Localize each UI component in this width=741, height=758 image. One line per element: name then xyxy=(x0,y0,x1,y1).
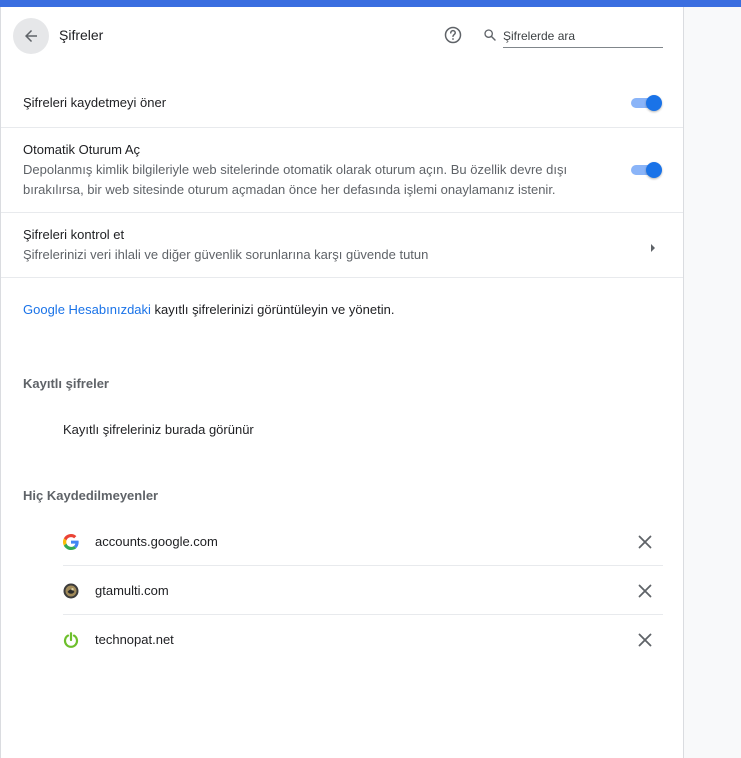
offer-save-passwords-label: Şifreleri kaydetmeyi öner xyxy=(23,95,167,110)
google-account-rest: kayıtlı şifrelerinizi görüntüleyin ve yö… xyxy=(150,302,395,317)
auto-sign-in-toggle[interactable] xyxy=(631,162,663,178)
remove-close-icon[interactable] xyxy=(636,631,654,649)
arrow-back-icon xyxy=(25,30,37,42)
search-input[interactable] xyxy=(503,25,663,48)
never-saved-item: technopat.net xyxy=(63,615,663,664)
toggle-knob xyxy=(646,95,662,111)
help-button[interactable] xyxy=(443,25,463,45)
google-g-icon xyxy=(63,534,79,550)
side-panel xyxy=(683,7,741,758)
passwords-page: Şifreler Şifreleri kaydetmeyi öner Otoma… xyxy=(0,7,683,758)
search-icon xyxy=(484,29,496,41)
browser-top-bar xyxy=(0,0,741,7)
check-passwords-label: Şifreleri kontrol et xyxy=(23,227,125,242)
site-name: gtamulti.com xyxy=(95,583,169,598)
saved-passwords-heading: Kayıtlı şifreler xyxy=(23,376,109,391)
never-saved-heading: Hiç Kaydedilmeyenler xyxy=(23,488,159,503)
remove-close-icon[interactable] xyxy=(636,533,654,551)
power-icon xyxy=(63,632,79,648)
remove-close-icon[interactable] xyxy=(636,582,654,600)
check-passwords-row[interactable]: Şifreleri kontrol et Şifrelerinizi veri … xyxy=(1,213,683,278)
page-title: Şifreler xyxy=(59,27,104,43)
gtamulti-favicon xyxy=(63,583,79,599)
search-box xyxy=(482,25,663,55)
never-saved-item: accounts.google.com xyxy=(63,517,663,566)
offer-save-passwords-row: Şifreleri kaydetmeyi öner xyxy=(1,63,683,128)
toggle-knob xyxy=(646,162,662,178)
site-name: accounts.google.com xyxy=(95,534,218,549)
chevron-right-icon xyxy=(651,244,655,252)
offer-save-passwords-toggle[interactable] xyxy=(631,95,663,111)
back-button[interactable] xyxy=(13,18,49,54)
never-saved-item: gtamulti.com xyxy=(63,566,663,615)
help-icon xyxy=(444,26,462,44)
check-passwords-description: Şifrelerinizi veri ihlali ve diğer güven… xyxy=(23,247,429,262)
page-header: Şifreler xyxy=(1,7,684,63)
saved-passwords-empty-message: Kayıtlı şifreleriniz burada görünür xyxy=(63,422,254,437)
auto-sign-in-row: Otomatik Oturum Aç Depolanmış kimlik bil… xyxy=(1,128,683,213)
site-name: technopat.net xyxy=(95,632,174,647)
google-account-text: Google Hesabınızdaki kayıtlı şifrelerini… xyxy=(23,302,394,317)
auto-sign-in-description: Depolanmış kimlik bilgileriyle web sitel… xyxy=(23,162,568,197)
google-account-link[interactable]: Google Hesabınızdaki xyxy=(23,302,151,317)
auto-sign-in-label: Otomatik Oturum Aç xyxy=(23,142,141,157)
